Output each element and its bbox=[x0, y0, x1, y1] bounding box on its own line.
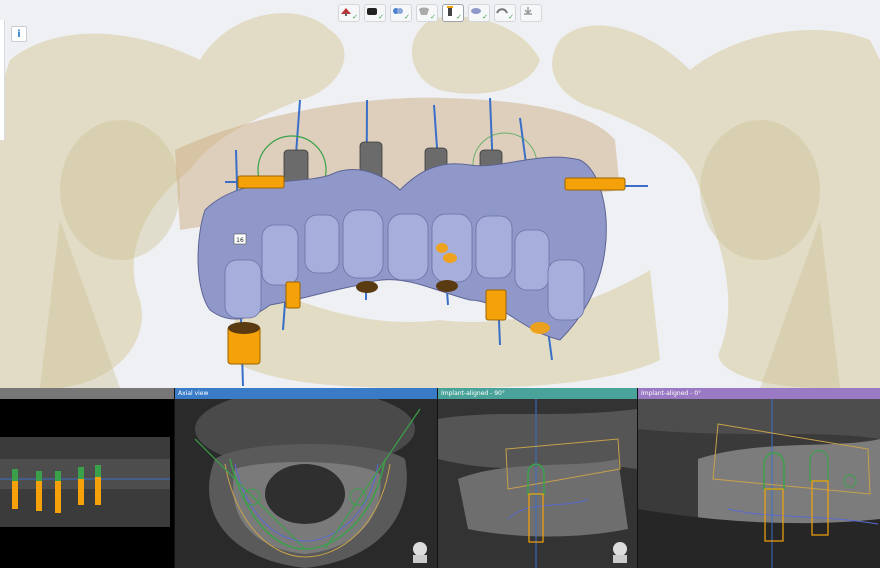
implant-aligned-90-slice bbox=[438, 399, 637, 568]
check-icon: ✓ bbox=[404, 13, 410, 21]
model-icon bbox=[367, 8, 377, 15]
overview-panoramic-view bbox=[0, 399, 174, 568]
info-button[interactable]: i bbox=[11, 26, 27, 42]
tool-implant[interactable]: ✓ bbox=[442, 4, 464, 22]
info-icon: i bbox=[17, 28, 21, 40]
implant-aligned-0-panel[interactable]: Implant-aligned - 0° bbox=[638, 388, 880, 568]
implant-aligned-90-header: Implant-aligned - 90° bbox=[438, 388, 637, 399]
left-side-rail bbox=[0, 20, 5, 140]
tool-guide[interactable]: ✓ bbox=[494, 4, 516, 22]
teeth-icon bbox=[419, 7, 429, 15]
axial-view-panel[interactable]: Axial view bbox=[175, 388, 437, 568]
check-icon: ✓ bbox=[482, 13, 488, 21]
guide-icon bbox=[496, 8, 508, 14]
implant-aligned-90-panel[interactable]: Implant-aligned - 90° bbox=[438, 388, 637, 568]
export-icon bbox=[524, 7, 532, 15]
tool-alignment[interactable]: ✓ bbox=[390, 4, 412, 22]
tool-scan[interactable]: ✓ bbox=[338, 4, 360, 22]
axial-view-header: Axial view bbox=[175, 388, 437, 399]
axial-ct-slice bbox=[175, 399, 437, 568]
implant-icon bbox=[447, 6, 453, 16]
overview-panel[interactable] bbox=[0, 388, 174, 568]
check-icon: ✓ bbox=[508, 13, 514, 21]
check-icon: ✓ bbox=[456, 13, 462, 21]
check-icon: ✓ bbox=[352, 13, 358, 21]
3d-scene: 16 bbox=[0, 13, 880, 388]
check-icon: ✓ bbox=[430, 13, 436, 21]
tool-model[interactable]: ✓ bbox=[364, 4, 386, 22]
sleeve-icon bbox=[471, 8, 481, 14]
implant-aligned-0-slice bbox=[638, 399, 880, 568]
slice-panels: Axial view Implant-aligned - 90° Implant… bbox=[0, 388, 880, 568]
workflow-toolbar: ✓ ✓ ✓ ✓ ✓ ✓ ✓ bbox=[338, 4, 542, 24]
alignment-icon bbox=[393, 8, 403, 14]
tool-export[interactable] bbox=[520, 4, 542, 22]
check-icon: ✓ bbox=[378, 13, 384, 21]
overview-panel-header bbox=[0, 388, 174, 399]
tool-sleeve[interactable]: ✓ bbox=[468, 4, 490, 22]
tool-teeth[interactable]: ✓ bbox=[416, 4, 438, 22]
implant-aligned-0-header: Implant-aligned - 0° bbox=[638, 388, 880, 399]
3d-viewport[interactable]: 16 i ✓ ✓ ✓ ✓ ✓ ✓ ✓ bbox=[0, 0, 880, 388]
orientation-head-icon bbox=[613, 542, 627, 563]
scan-icon bbox=[341, 8, 351, 16]
tooth-number-label: 16 bbox=[236, 237, 244, 244]
orientation-head-icon bbox=[413, 542, 427, 563]
